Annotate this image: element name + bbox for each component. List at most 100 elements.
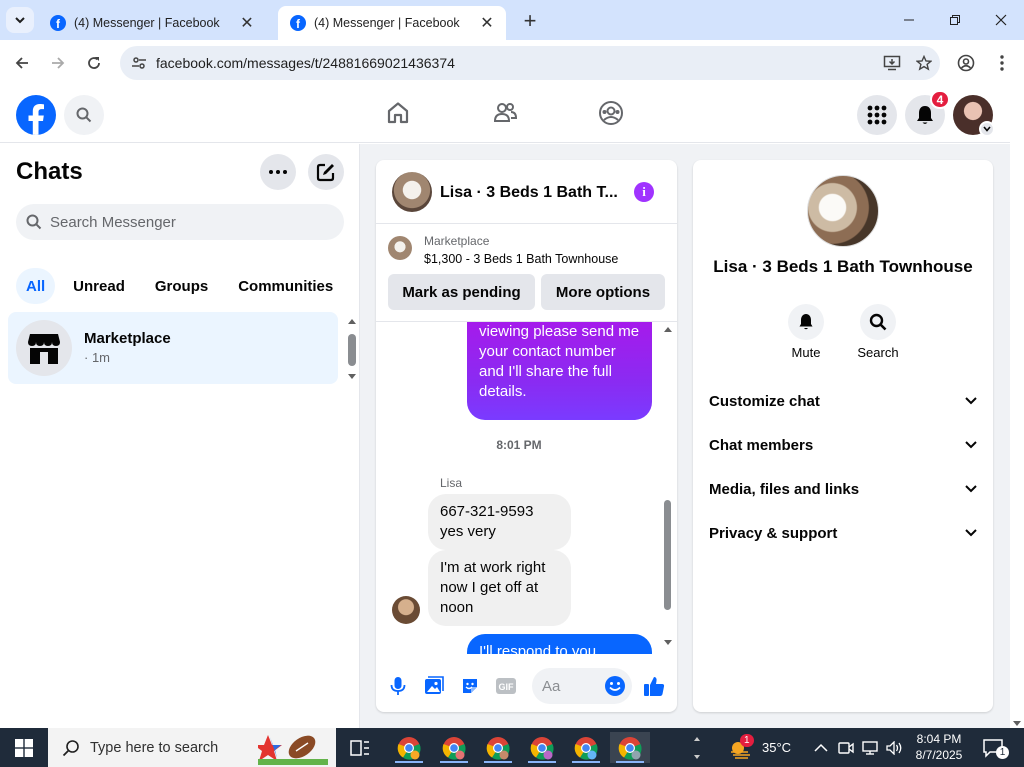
search-icon[interactable] <box>860 304 896 340</box>
notification-center[interactable]: 1 <box>982 728 1017 767</box>
marketplace-icon <box>16 320 72 376</box>
more-options-button[interactable]: More options <box>541 274 665 310</box>
chrome-taskbar-app[interactable] <box>434 732 474 763</box>
network-icon[interactable] <box>862 728 880 767</box>
menu-grid-button[interactable] <box>857 95 897 135</box>
restore-button[interactable] <box>932 0 978 40</box>
address-bar[interactable]: facebook.com/messages/t/2488166902143637… <box>120 46 940 80</box>
customize-chat-section[interactable]: Customize chat <box>701 381 985 421</box>
mute-action[interactable]: Mute <box>770 304 842 360</box>
bell-icon[interactable] <box>788 304 824 340</box>
emoji-icon[interactable] <box>603 674 627 698</box>
chrome-icon <box>574 736 598 760</box>
reload-icon <box>88 57 100 69</box>
taskbar-clock[interactable]: 8:04 PM 8/7/2025 <box>908 731 970 763</box>
meet-now-icon[interactable] <box>838 728 854 767</box>
conversation-avatar[interactable] <box>392 172 432 212</box>
privacy-support-section[interactable]: Privacy & support <box>701 513 985 553</box>
install-app-icon[interactable] <box>876 55 908 71</box>
search-messenger-input[interactable] <box>50 213 330 231</box>
thumbs-up-icon[interactable] <box>642 674 666 698</box>
chats-sidebar: Chats All Unread Groups Communities Mark… <box>0 144 360 728</box>
profile-icon[interactable] <box>952 49 980 77</box>
new-message-button[interactable] <box>308 154 344 190</box>
chrome-icon <box>530 736 554 760</box>
filter-communities[interactable]: Communities <box>226 268 345 304</box>
compose-icon <box>316 163 335 182</box>
volume-icon[interactable] <box>886 728 904 767</box>
message-scrollbar-thumb[interactable] <box>664 500 671 610</box>
facebook-favicon-icon: f <box>290 15 306 31</box>
bookmark-star-icon[interactable] <box>908 55 940 71</box>
close-tab-icon[interactable]: ✕ <box>238 14 256 32</box>
conversation-title[interactable]: Lisa · 3 Beds 1 Bath T... <box>440 184 620 202</box>
incoming-message: I'm at work right now I get off at noon <box>428 550 571 626</box>
site-settings-icon[interactable] <box>122 55 156 71</box>
tab-title: (4) Messenger | Facebook <box>74 16 220 30</box>
facebook-search-button[interactable] <box>64 95 104 135</box>
browser-tab-active[interactable]: f (4) Messenger | Facebook ✕ <box>278 6 506 40</box>
message-timestamp: 8:01 PM <box>496 438 542 452</box>
message-input[interactable] <box>542 677 598 695</box>
taskbar-search[interactable]: Type here to search <box>48 728 336 767</box>
details-avatar[interactable] <box>807 175 879 247</box>
sticker-icon[interactable] <box>458 674 482 698</box>
section-label: Media, files and links <box>709 480 860 498</box>
chrome-taskbar-app[interactable] <box>566 732 606 763</box>
chat-list-item[interactable]: Marketplace · 1m <box>8 312 338 384</box>
back-button[interactable] <box>8 49 36 77</box>
tab-search-button[interactable] <box>6 7 34 33</box>
account-chevron-icon[interactable] <box>979 121 995 137</box>
active-app-indicator <box>440 761 468 763</box>
chrome-icon <box>397 736 421 760</box>
close-tab-icon[interactable]: ✕ <box>478 14 496 32</box>
chat-list-scrollbar[interactable] <box>346 316 358 382</box>
chrome-taskbar-app-active[interactable] <box>610 732 650 763</box>
listing-title[interactable]: $1,300 - 3 Beds 1 Bath Townhouse <box>424 252 618 266</box>
forward-button[interactable] <box>44 49 72 77</box>
friends-nav-button[interactable] <box>490 98 520 128</box>
messenger-search[interactable] <box>16 204 344 240</box>
listing-thumbnail[interactable] <box>388 236 412 260</box>
browser-menu-icon[interactable] <box>988 49 1016 77</box>
groups-nav-button[interactable] <box>596 98 626 128</box>
chrome-taskbar-app[interactable] <box>389 732 429 763</box>
minimize-button[interactable] <box>886 0 932 40</box>
photo-icon[interactable] <box>422 674 446 698</box>
minimize-icon <box>904 19 914 21</box>
new-tab-button[interactable]: + <box>518 8 542 33</box>
page-scrollbar[interactable] <box>1010 86 1024 728</box>
message-list: are interested in viewing please send me… <box>376 322 677 654</box>
url-text[interactable]: facebook.com/messages/t/2488166902143637… <box>156 55 876 71</box>
mark-as-pending-button[interactable]: Mark as pending <box>388 274 535 310</box>
reload-button[interactable] <box>80 49 108 77</box>
clock-time: 8:04 PM <box>916 732 962 746</box>
search-highlight-icon <box>258 735 328 765</box>
search-action[interactable]: Search <box>842 304 914 360</box>
active-app-indicator <box>572 761 600 763</box>
task-view-button[interactable] <box>340 732 380 763</box>
chrome-taskbar-app[interactable] <box>522 732 562 763</box>
filter-all[interactable]: All <box>16 268 56 304</box>
browser-tab[interactable]: f (4) Messenger | Facebook ✕ <box>38 6 266 40</box>
messenger-page: Chats All Unread Groups Communities Mark… <box>0 144 1010 728</box>
filter-groups[interactable]: Groups <box>143 268 220 304</box>
friends-icon <box>493 103 518 122</box>
chat-options-button[interactable] <box>260 154 296 190</box>
facebook-logo[interactable] <box>16 95 56 135</box>
gif-icon[interactable]: GIF <box>494 674 518 698</box>
filter-unread[interactable]: Unread <box>61 268 137 304</box>
show-hidden-icons[interactable] <box>814 728 828 767</box>
home-nav-button[interactable] <box>383 98 413 128</box>
weather-widget[interactable]: 1 35°C <box>728 728 791 767</box>
chevron-down-icon <box>965 485 977 493</box>
microphone-icon[interactable] <box>386 674 410 698</box>
tray-scroll-indicator[interactable] <box>692 728 706 767</box>
chrome-taskbar-app[interactable] <box>478 732 518 763</box>
close-window-button[interactable] <box>978 0 1024 40</box>
media-files-links-section[interactable]: Media, files and links <box>701 469 985 509</box>
info-icon[interactable]: i <box>634 182 654 202</box>
chat-members-section[interactable]: Chat members <box>701 425 985 465</box>
arrow-right-icon <box>52 57 65 69</box>
start-button[interactable] <box>0 728 48 767</box>
